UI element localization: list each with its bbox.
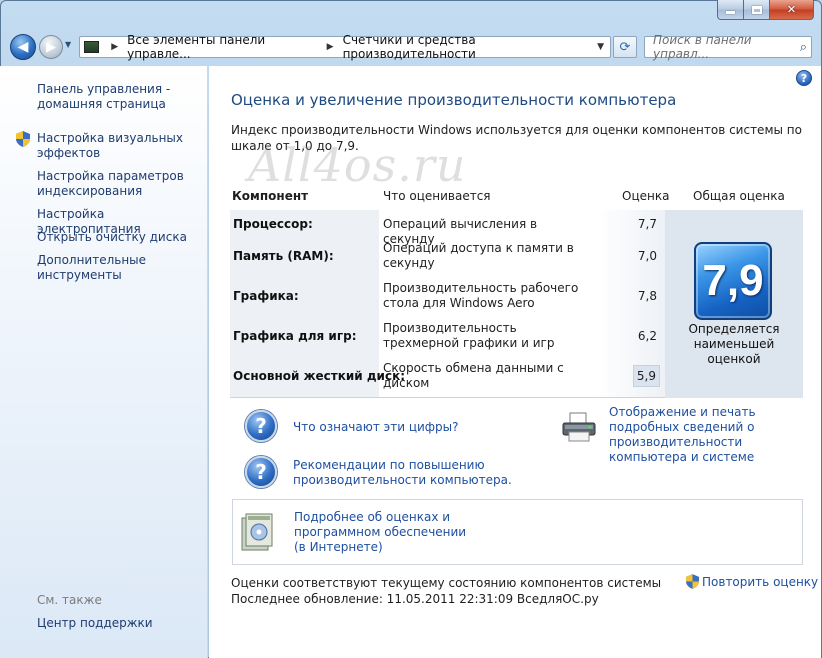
header-base-score: Общая оценка — [693, 189, 785, 203]
rerun-assessment-button[interactable]: Повторить оценку — [686, 574, 818, 589]
base-score-tile: 7,9 — [694, 242, 772, 320]
row-disk-name: Основной жесткий диск: — [233, 369, 406, 383]
status-last-update: Последнее обновление: 11.05.2011 22:31:0… — [231, 592, 599, 606]
breadcrumb-all-items[interactable]: Все элементы панели управле... — [127, 33, 321, 61]
sidebar-item-advanced-tools[interactable]: Дополнительные инструменты — [37, 253, 202, 283]
status-current: Оценки соответствуют текущему состоянию … — [231, 576, 662, 590]
control-panel-icon — [84, 41, 100, 53]
search-placeholder: Поиск в панели управл... — [653, 33, 752, 61]
uac-shield-icon — [686, 574, 699, 589]
minimize-icon — [726, 11, 735, 14]
refresh-button[interactable]: ⟳ — [613, 36, 637, 58]
more-info-link[interactable]: Подробнее об оценках и программном обесп… — [294, 510, 479, 555]
row-gaming-score: 6,2 — [637, 329, 657, 343]
header-subscore: Оценка — [622, 189, 670, 203]
question-icon: ? — [245, 410, 277, 442]
help-icon[interactable]: ? — [796, 70, 812, 86]
printer-icon — [562, 412, 596, 442]
page-title: Оценка и увеличение производительности к… — [231, 91, 677, 109]
uac-shield-icon — [16, 131, 30, 147]
recent-pages-dropdown[interactable]: ▼ — [65, 40, 75, 52]
software-box-icon — [241, 513, 273, 551]
row-disk-score: 5,9 — [633, 365, 660, 387]
breadcrumb-separator-icon: ▶ — [326, 42, 334, 52]
print-details-link[interactable]: Отображение и печать подробных сведений … — [609, 405, 805, 465]
maximize-button[interactable] — [744, 0, 770, 20]
rerun-label: Повторить оценку — [702, 574, 819, 589]
what-numbers-link[interactable]: Что означают эти цифры? — [293, 420, 459, 435]
breadcrumb-separator-icon: ▶ — [111, 42, 119, 52]
sidebar-item-home[interactable]: Панель управления - домашняя страница — [37, 82, 202, 112]
back-arrow-icon: ◀ — [17, 39, 29, 55]
row-gaming-name: Графика для игр: — [233, 329, 357, 343]
maximize-icon — [751, 5, 762, 14]
address-bar[interactable]: ▶ Все элементы панели управле... ▶ Счетч… — [79, 33, 611, 61]
back-button[interactable]: ◀ — [10, 34, 36, 60]
address-dropdown-icon[interactable]: ▼ — [597, 42, 604, 52]
close-button[interactable]: ✕ — [770, 0, 814, 20]
performance-tips-link[interactable]: Рекомендации по повышению производительн… — [293, 458, 523, 488]
row-gaming-desc: Производительность трехмерной графики и … — [383, 321, 555, 350]
sidebar-item-visual-effects[interactable]: Настройка визуальных эффектов — [37, 131, 202, 161]
minimize-button[interactable] — [717, 0, 744, 20]
row-disk-desc: Скорость обмена данными с диском — [383, 361, 564, 390]
row-memory-name: Память (RAM): — [233, 249, 334, 263]
see-also-heading: См. также — [37, 593, 102, 607]
breadcrumb-performance[interactable]: Счетчики и средства производительности — [343, 33, 598, 61]
header-component: Компонент — [232, 189, 309, 203]
chevron-down-icon: ▼ — [65, 40, 72, 49]
window-controls: ✕ — [717, 0, 814, 20]
row-graphics-desc: Производительность рабочего стола для Wi… — [383, 281, 579, 310]
refresh-icon: ⟳ — [619, 39, 631, 55]
sidebar-item-disk-cleanup[interactable]: Открыть очистку диска — [37, 230, 202, 245]
search-icon[interactable]: ⌕ — [800, 40, 807, 55]
search-input[interactable]: Поиск в панели управл... ⌕ — [644, 33, 812, 61]
sidebar-item-action-center[interactable]: Центр поддержки — [37, 616, 153, 630]
row-memory-desc: Операций доступа к памяти в секунду — [383, 241, 574, 270]
forward-button[interactable]: ▶ — [39, 35, 63, 59]
forward-arrow-icon: ▶ — [46, 39, 56, 55]
base-score-caption: Определяется наименьшей оценкой — [688, 322, 780, 366]
row-cpu-name: Процессор: — [233, 217, 313, 231]
sidebar-item-indexing[interactable]: Настройка параметров индексирования — [37, 169, 202, 199]
intro-text: Индекс производительности Windows исполь… — [231, 123, 802, 153]
row-memory-score: 7,0 — [637, 249, 657, 263]
header-what-rated: Что оценивается — [383, 189, 491, 203]
close-icon: ✕ — [786, 3, 797, 16]
question-icon: ? — [245, 456, 277, 488]
row-graphics-name: Графика: — [233, 289, 299, 303]
row-cpu-score: 7,7 — [637, 217, 657, 231]
row-graphics-score: 7,8 — [637, 289, 657, 303]
